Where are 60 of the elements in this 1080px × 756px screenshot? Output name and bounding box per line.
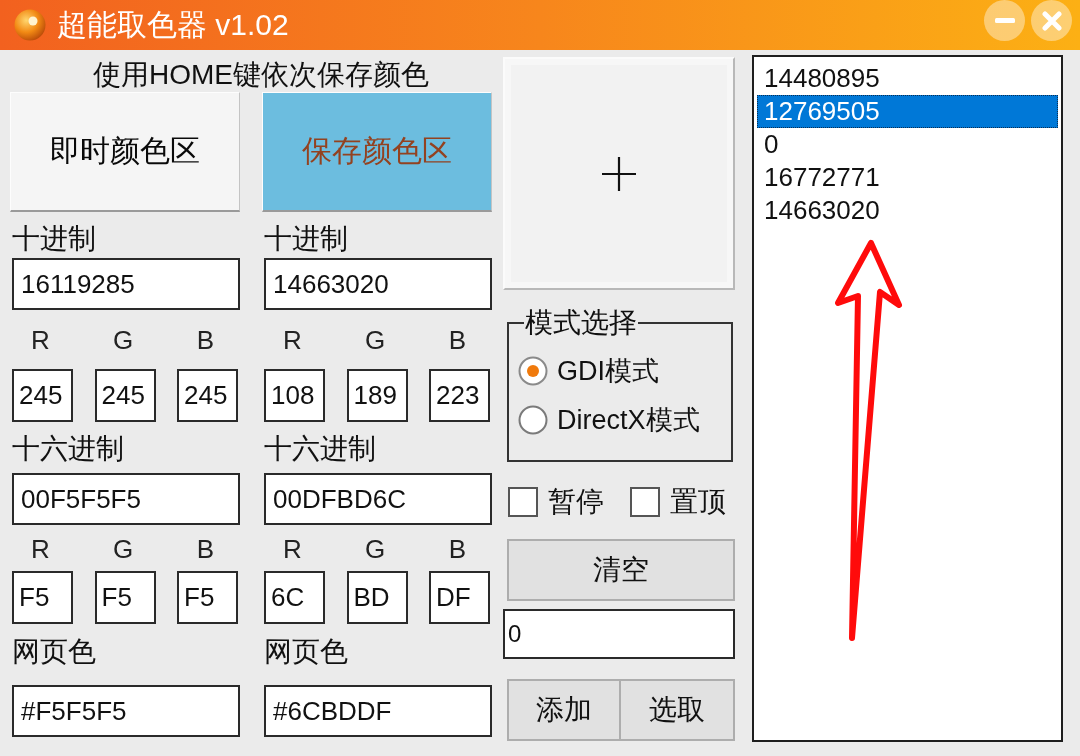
channel-label: G (112, 533, 134, 565)
action-button[interactable]: 添加 (507, 679, 621, 741)
crosshair-icon (602, 156, 636, 191)
minimize-button[interactable] (984, 0, 1025, 41)
text-field[interactable]: F5 (177, 571, 238, 624)
text-field[interactable]: 245 (94, 369, 156, 422)
text-field[interactable]: 14663020 (264, 258, 492, 310)
channel-label: G (364, 533, 386, 565)
color-area-panel: 即时颜色区 (10, 92, 240, 212)
text-field[interactable]: 245 (12, 369, 73, 422)
list-item[interactable]: 14663020 (757, 194, 1058, 227)
close-icon (1041, 10, 1062, 31)
channel-label: B (448, 324, 467, 356)
field-label: 十六进制 (264, 432, 376, 466)
minimize-icon (994, 18, 1015, 23)
window-title: 超能取色器 v1.02 (57, 6, 290, 43)
channel-label: B (196, 324, 215, 356)
orb-icon (14, 9, 46, 41)
field-label: 十进制 (12, 222, 96, 256)
text-field[interactable]: F5 (12, 571, 73, 624)
text-field[interactable]: BD (346, 571, 408, 624)
field-label: 网页色 (264, 635, 348, 669)
field-label: 十进制 (264, 222, 348, 256)
action-button[interactable]: 选取 (621, 679, 735, 741)
text-field[interactable]: 16119285 (12, 258, 240, 310)
channel-label: R (283, 533, 302, 565)
text-field[interactable]: 189 (346, 369, 408, 422)
text-field[interactable]: DF (429, 571, 490, 624)
group-title: 模式选择 (524, 308, 638, 338)
list-item[interactable]: 0 (757, 128, 1058, 161)
radio-option[interactable]: GDI模式 (518, 346, 659, 395)
color-area-panel: 保存颜色区 (262, 92, 492, 212)
text-field[interactable]: F5 (94, 571, 156, 624)
list-item[interactable]: 14480895 (757, 62, 1058, 95)
list-item[interactable]: 16772771 (757, 161, 1058, 194)
field-label: 网页色 (12, 635, 96, 669)
text-field[interactable]: 108 (264, 369, 325, 422)
channel-label: R (31, 324, 50, 356)
radio-option[interactable]: DirectX模式 (518, 395, 700, 444)
channel-label: B (448, 533, 467, 565)
list-item[interactable]: 12769505 (757, 95, 1058, 128)
text-field[interactable]: 0 (503, 609, 735, 659)
text-field[interactable]: 245 (177, 369, 238, 422)
channel-label: B (196, 533, 215, 565)
text-field[interactable]: #F5F5F5 (12, 685, 240, 737)
text-field[interactable]: 00DFBD6C (264, 473, 492, 525)
text-field[interactable]: 223 (429, 369, 490, 422)
channel-label: R (283, 324, 302, 356)
close-button[interactable] (1031, 0, 1072, 41)
clear-button[interactable]: 清空 (507, 539, 735, 601)
checkbox-option[interactable]: 置顶 (630, 485, 726, 519)
text-field[interactable]: #6CBDDF (264, 685, 492, 737)
channel-label: G (112, 324, 134, 356)
channel-label: G (364, 324, 386, 356)
hint-text: 使用HOME键依次保存颜色 (93, 58, 429, 92)
text-field[interactable]: 6C (264, 571, 325, 624)
field-label: 十六进制 (12, 432, 124, 466)
text-field[interactable]: 00F5F5F5 (12, 473, 240, 525)
channel-label: R (31, 533, 50, 565)
checkbox-option[interactable]: 暂停 (508, 485, 604, 519)
